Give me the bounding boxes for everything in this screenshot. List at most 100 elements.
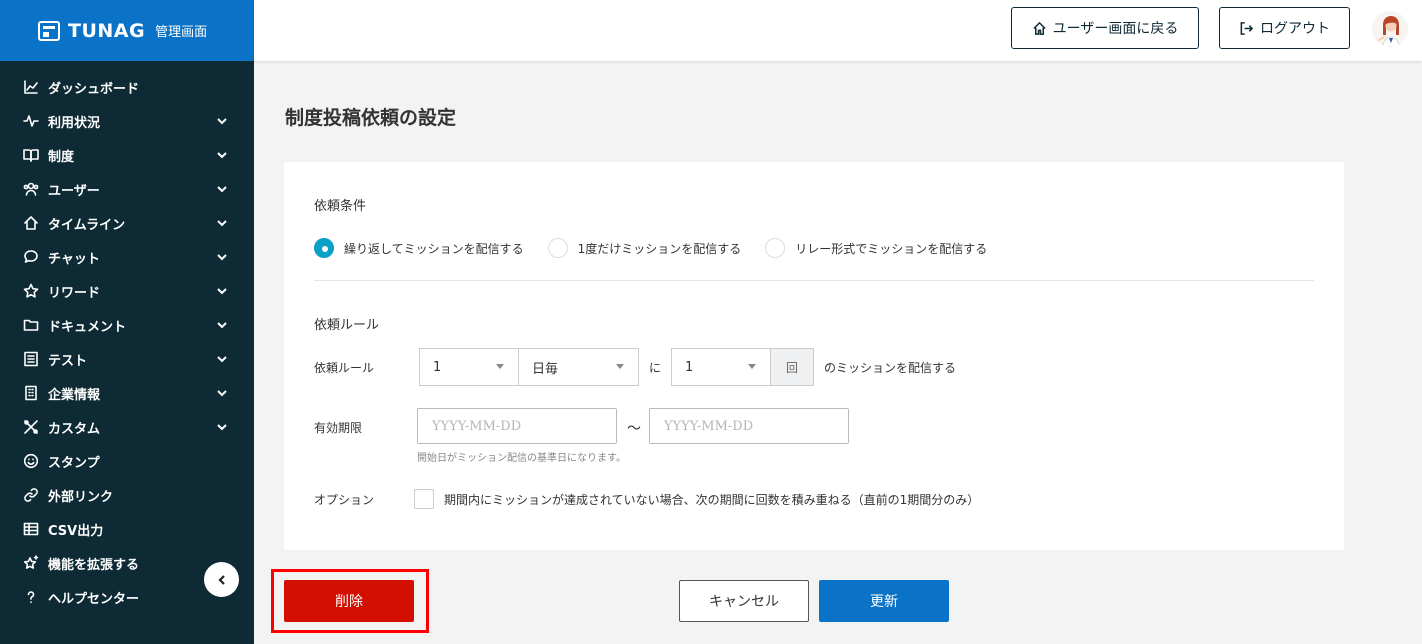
avatar[interactable] [1372,11,1408,47]
rule-period-select[interactable]: 日毎 [518,348,639,386]
radio-button[interactable] [765,238,786,258]
sidebar-item-system[interactable]: 制度 [0,138,254,172]
caret-down-icon [496,364,504,369]
brand[interactable]: TUNAG 管理画面 [0,0,254,61]
radio-once-mission[interactable]: 1度だけミッションを配信する [547,238,742,258]
sidebar-item-label: ヘルプセンター [48,591,140,607]
avatar-illustration-icon [1372,11,1408,47]
sidebar-nav: ダッシュボード 利用状況 制度 ユーザー タイムライン チャット リワード ドキ… [0,61,254,614]
sidebar-item-test[interactable]: テスト [0,342,254,376]
chevron-down-icon [216,115,228,127]
chat-bubble-icon [22,249,39,266]
sidebar-item-csv-export[interactable]: CSV出力 [0,512,254,546]
chevron-down-icon [216,183,228,195]
validity-hint: 開始日がミッション配信の基準日になります。 [417,453,626,464]
logout-label: ログアウト [1260,21,1330,37]
back-to-user-screen-label: ユーザー画面に戻る [1052,21,1179,37]
chart-line-icon [22,79,39,96]
sidebar-item-company[interactable]: 企業情報 [0,376,254,410]
tools-icon [22,419,39,436]
list-icon [22,351,39,368]
radio-repeat-mission[interactable]: 繰り返してミッションを配信する [314,238,524,258]
date-range-separator: ～ [627,421,641,437]
rule-interval-select[interactable]: 1 [419,348,519,386]
sidebar-item-label: ダッシュボード [48,81,140,97]
accumulate-option-text: 期間内にミッションが達成されていない場合、次の期間に回数を積み重ねる（直前の1期… [444,493,980,507]
sidebar-item-stamp[interactable]: スタンプ [0,444,254,478]
home-icon [1032,21,1046,35]
sidebar-item-label: カスタム [48,421,101,437]
chevron-down-icon [216,387,228,399]
sidebar-item-timeline[interactable]: タイムライン [0,206,254,240]
rule-count-unit: 回 [771,348,814,386]
pulse-icon [22,113,39,130]
sidebar-item-label: 利用状況 [48,115,101,131]
update-button[interactable]: 更新 [819,580,949,622]
caret-down-icon [616,364,624,369]
sidebar-item-label: スタンプ [48,455,100,471]
sidebar-item-label: ドキュメント [48,319,127,335]
sidebar-item-users[interactable]: ユーザー [0,172,254,206]
chevron-down-icon [216,251,228,263]
sidebar-item-reward[interactable]: リワード [0,274,254,308]
book-icon [22,147,39,164]
rule-count-select[interactable]: 1 [671,348,771,386]
sidebar-item-documents[interactable]: ドキュメント [0,308,254,342]
cancel-button[interactable]: キャンセル [679,580,809,622]
rule-section-title: 依頼ルール [314,318,380,333]
radio-label: リレー形式でミッションを配信する [795,241,988,256]
sidebar-item-chat[interactable]: チャット [0,240,254,274]
brand-name: TUNAG [68,19,146,42]
chevron-down-icon [216,285,228,297]
brand-subtitle: 管理画面 [155,25,208,40]
back-to-user-screen-button[interactable]: ユーザー画面に戻る [1011,7,1199,49]
sidebar-item-label: ユーザー [48,183,100,199]
smile-icon [22,453,39,470]
sidebar-item-label: 機能を拡張する [48,557,140,573]
sidebar-item-dashboard[interactable]: ダッシュボード [0,70,254,104]
sidebar-item-label: タイムライン [48,217,126,233]
radio-label: 繰り返してミッションを配信する [344,241,524,256]
sidebar-item-external-link[interactable]: 外部リンク [0,478,254,512]
chevron-down-icon [216,353,228,365]
end-date-input[interactable] [649,408,849,444]
table-icon [22,521,39,538]
accumulate-option-checkbox[interactable] [414,489,434,509]
chevron-down-icon [216,217,228,229]
start-date-input[interactable] [417,408,617,444]
chevron-down-icon [216,149,228,161]
radio-button[interactable] [547,238,568,258]
section-divider [314,280,1314,281]
rule-suffix-text: のミッションを配信する [824,361,957,375]
sidebar-item-label: 制度 [48,149,75,165]
caret-down-icon [748,364,756,369]
sidebar-item-custom[interactable]: カスタム [0,410,254,444]
validity-label: 有効期限 [314,421,363,435]
sidebar-item-label: CSV出力 [48,523,104,539]
sparkle-star-icon [22,555,39,572]
select-value: 1 [685,359,694,375]
radio-relay-mission[interactable]: リレー形式でミッションを配信する [765,238,987,258]
building-icon [22,385,39,402]
condition-radio-group: 繰り返してミッションを配信する 1度だけミッションを配信する リレー形式でミッシ… [314,238,1011,258]
sidebar: TUNAG 管理画面 ダッシュボード 利用状況 制度 ユーザー タイムライン チ… [0,0,254,644]
select-value: 日毎 [532,361,559,377]
question-icon [22,589,39,606]
star-icon [22,283,39,300]
logout-button[interactable]: ログアウト [1219,7,1350,49]
sidebar-collapse-button[interactable] [204,562,239,597]
logout-icon [1240,21,1254,35]
folder-icon [22,317,39,334]
delete-button[interactable]: 削除 [284,580,414,622]
radio-label: 1度だけミッションを配信する [577,241,742,256]
radio-button-selected[interactable] [314,238,334,258]
tunag-logo-icon [38,20,60,41]
chevron-down-icon [216,421,228,433]
sidebar-item-label: 企業情報 [48,387,101,403]
condition-section-title: 依頼条件 [314,199,367,214]
top-header: ユーザー画面に戻る ログアウト [254,0,1422,61]
option-label: オプション [314,493,375,507]
sidebar-item-label: チャット [48,251,100,267]
chevron-down-icon [216,319,228,331]
sidebar-item-usage[interactable]: 利用状況 [0,104,254,138]
